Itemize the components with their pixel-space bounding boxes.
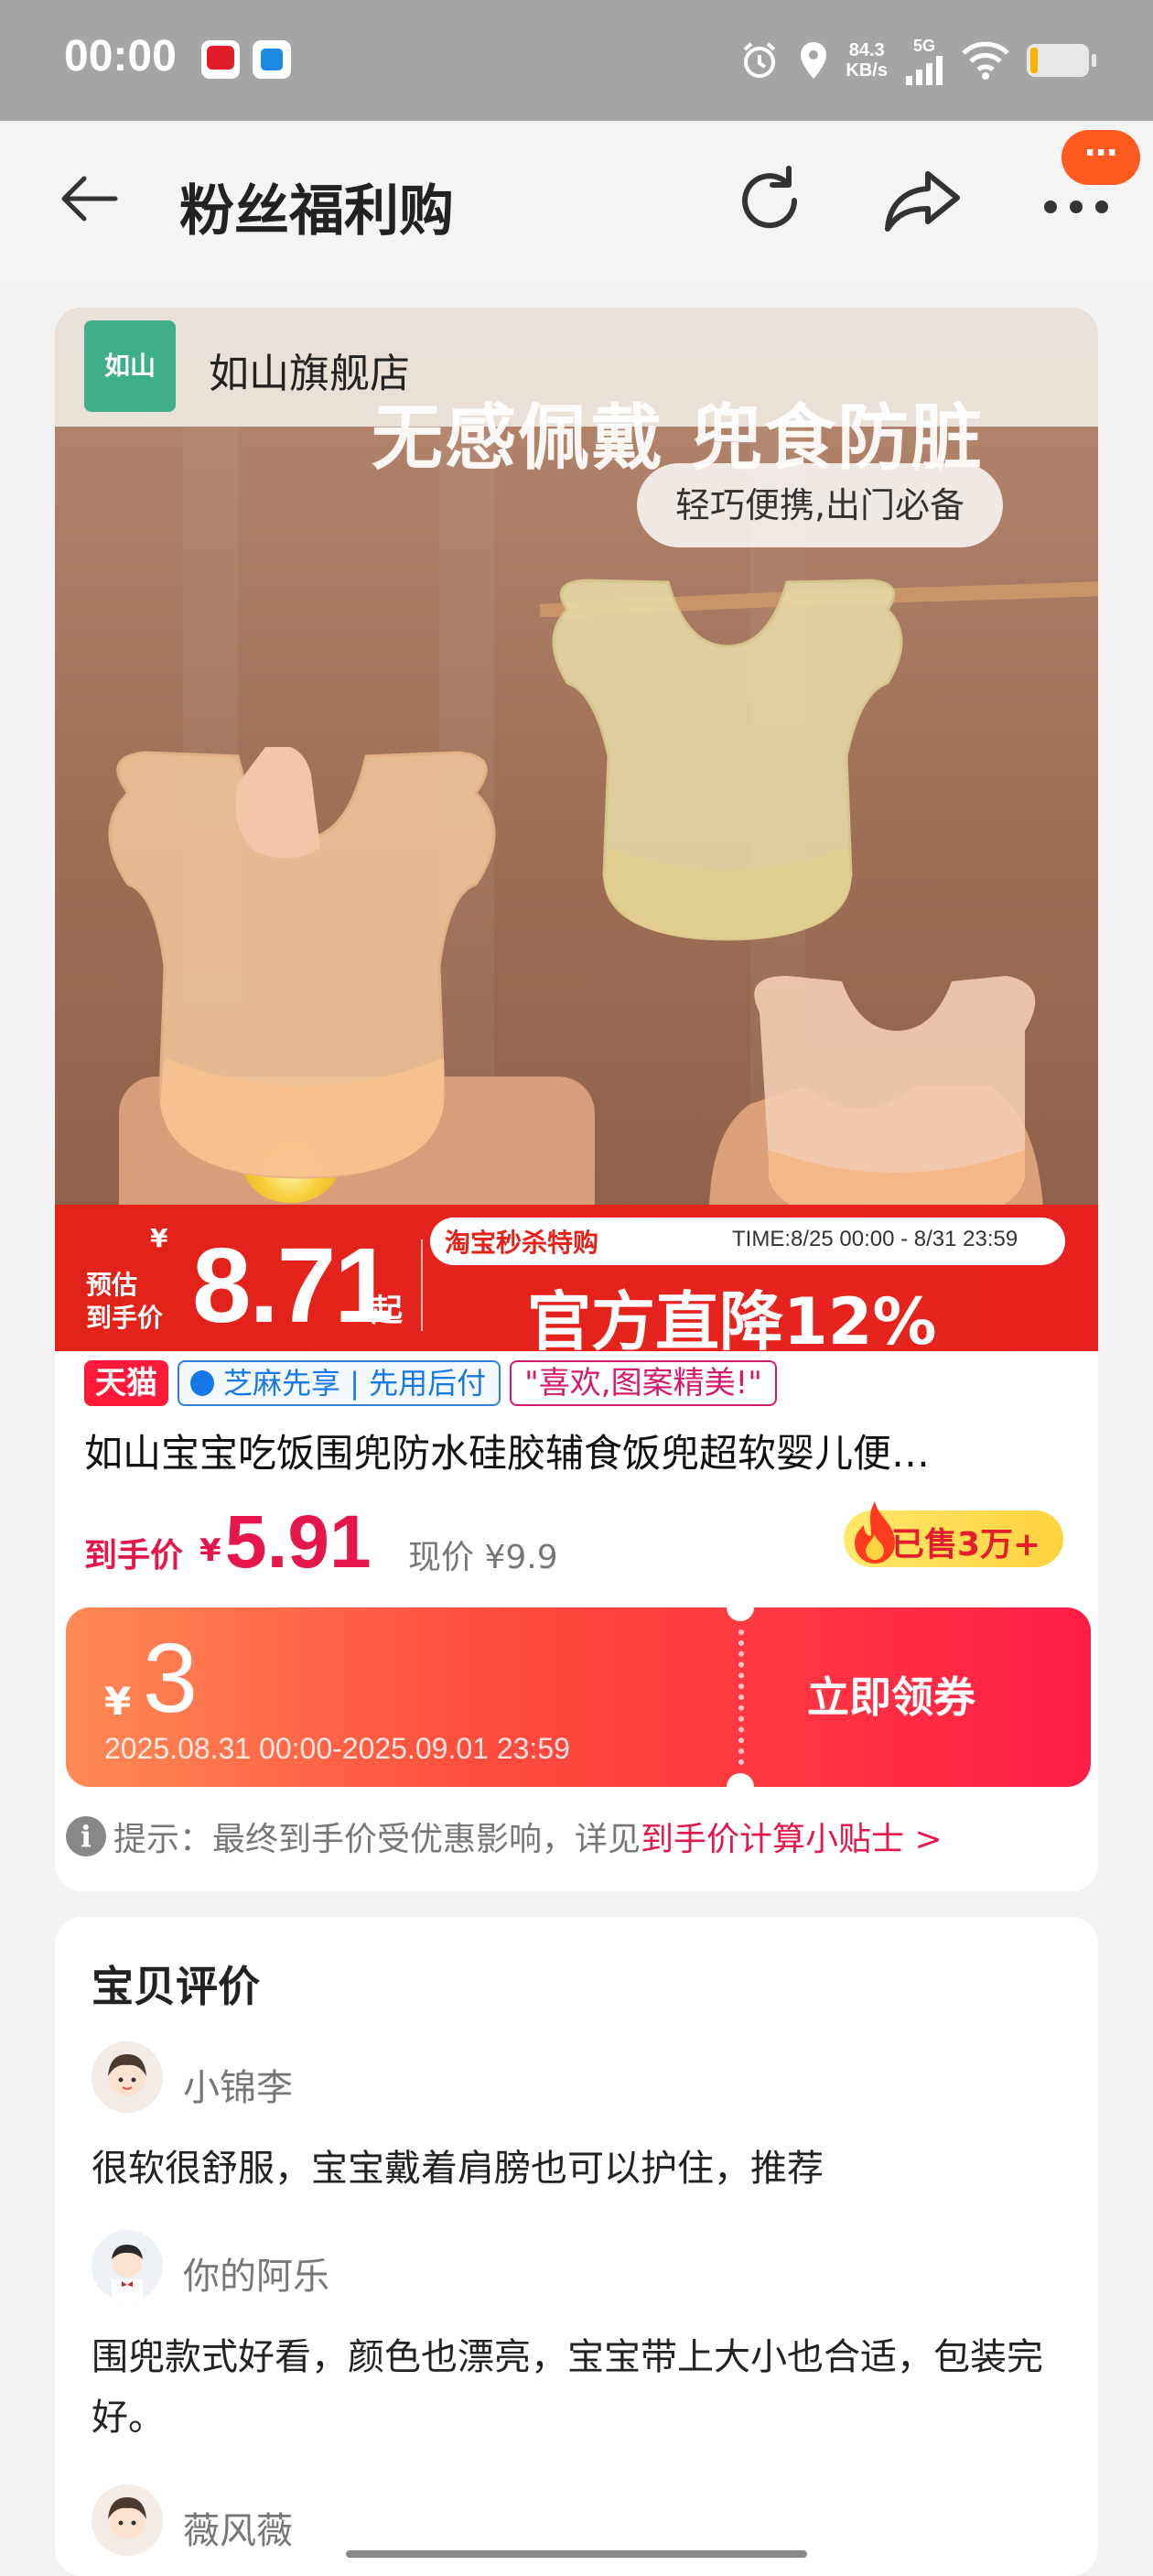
sold-count-text: 已售3万+ [891, 1526, 1041, 1564]
status-right-group: 84.3 KB/s 5G [738, 31, 1096, 90]
wifi-icon [962, 41, 1009, 80]
avatar [92, 2041, 163, 2113]
coupon-notch [727, 1607, 754, 1621]
promo-price-suffix: 起 [372, 1293, 403, 1329]
hero-tagline-pill: 轻巧便携,出门必备 [637, 463, 1003, 547]
app-icon [253, 40, 291, 79]
net-speed-value: 84.3 [848, 40, 885, 60]
tmall-badge: 天猫 [84, 1360, 168, 1406]
page-title: 粉丝福利购 [179, 179, 454, 244]
refresh-icon[interactable] [730, 161, 809, 240]
price-row: 到手价 ¥ 5.91 现价 ¥9.9 已售3万+ [84, 1498, 1082, 1584]
bib-illustration [108, 747, 496, 1179]
review-username: 你的阿乐 [183, 2256, 329, 2298]
review-text: 很软很舒服，宝宝戴着肩膀也可以护住，推荐 [92, 2148, 824, 2190]
final-price-value: 5.91 [225, 1500, 372, 1584]
more-badge[interactable]: ⋯ [1061, 130, 1140, 185]
promo-tag: 淘宝秒杀特购 [445, 1228, 599, 1258]
current-price: 现价 ¥9.9 [408, 1539, 558, 1576]
coupon-validity: 2025.08.31 00:00-2025.09.01 23:59 [104, 1732, 570, 1765]
review-highlight-badge: "喜欢,图案精美!" [510, 1360, 777, 1406]
zhima-badge[interactable]: 芝麻先享 | 先用后付 [178, 1360, 501, 1406]
status-time: 00:00 [64, 32, 177, 81]
net-speed-unit: KB/s [846, 60, 888, 81]
review-username: 薇风薇 [183, 2510, 293, 2552]
share-icon[interactable] [882, 161, 964, 240]
signal-icon [906, 55, 943, 85]
promo-divider [421, 1239, 423, 1331]
promo-price: 8.71 [192, 1226, 393, 1345]
promo-estimate-line1: 预估 [86, 1270, 138, 1300]
final-price-label: 到手价 [84, 1537, 184, 1575]
home-indicator[interactable] [346, 2550, 807, 2558]
coupon-notch [727, 1773, 754, 1787]
product-title[interactable]: 如山宝宝吃饭围兜防水硅胶辅食饭兜超软婴儿便… [84, 1423, 1082, 1478]
top-nav-bar: 粉丝福利购 ⋯ [0, 121, 1153, 282]
product-card: 如山 如山旗舰店 无感佩戴 兜食防脏 轻巧便携,出门必备 ¥ 预估 到手价 8.… [55, 308, 1098, 1891]
net-speed: 84.3 KB/s [846, 40, 888, 81]
review-text: 围兜款式好看，颜色也漂亮，宝宝带上大小也合适，包装完好。 [92, 2336, 1043, 2439]
promo-estimate-line2: 到手价 [86, 1303, 164, 1333]
tip-text: 提示：最终到手价受优惠影响，详见 [113, 1821, 641, 1858]
coupon-divider [738, 1629, 744, 1765]
coupon-amount: 3 [143, 1622, 199, 1733]
promo-yen: ¥ [150, 1223, 168, 1253]
info-icon: i [66, 1816, 106, 1856]
bib-illustration [552, 579, 903, 941]
back-arrow-icon[interactable] [57, 167, 121, 231]
promo-banner: ¥ 预估 到手价 8.71 起 淘宝秒杀特购 TIME:8/25 00:00 -… [55, 1205, 1098, 1359]
coupon-yen: ¥ [104, 1679, 132, 1724]
coupon-card[interactable]: ¥ 3 2025.08.31 00:00-2025.09.01 23:59 立即… [66, 1607, 1091, 1787]
claim-coupon-button[interactable]: 立即领券 [807, 1664, 975, 1725]
status-bar: 00:00 84.3 KB/s 5G [0, 0, 1153, 121]
price-calc-tips-link[interactable]: 到手价计算小贴士 > [641, 1813, 943, 1860]
price-tip: i 提示：最终到手价受优惠影响，详见 到手价计算小贴士 > [66, 1809, 1091, 1864]
store-logo: 如山 [84, 320, 176, 412]
signal-label: 5G [912, 36, 935, 55]
signal-group: 5G [904, 37, 944, 85]
promo-time-range: TIME:8/25 00:00 - 8/31 23:59 [732, 1227, 1018, 1251]
product-badges: 天猫 芝麻先享 | 先用后付 "喜欢,图案精美!" [84, 1358, 777, 1408]
battery-icon [1027, 44, 1096, 77]
promo-estimate-label: 预估 到手价 [86, 1269, 163, 1335]
location-icon [801, 42, 827, 79]
avatar [92, 2484, 163, 2556]
promo-headline: 官方直降12% [527, 1284, 937, 1359]
reviews-card: 宝贝评价 小锦李 很软很舒服，宝宝戴着肩膀也可以护住，推荐 你的阿乐 围兜款式好… [55, 1917, 1098, 2576]
review-username: 小锦李 [183, 2067, 293, 2109]
product-hero-image[interactable]: 如山 如山旗舰店 无感佩戴 兜食防脏 轻巧便携,出门必备 ¥ 预估 到手价 8.… [55, 308, 1098, 1359]
alarm-icon [744, 42, 776, 78]
taobao-live-icon [201, 40, 240, 79]
reviews-title[interactable]: 宝贝评价 [92, 1954, 260, 2014]
avatar [92, 2230, 163, 2301]
final-price-yen: ¥ [199, 1532, 221, 1569]
